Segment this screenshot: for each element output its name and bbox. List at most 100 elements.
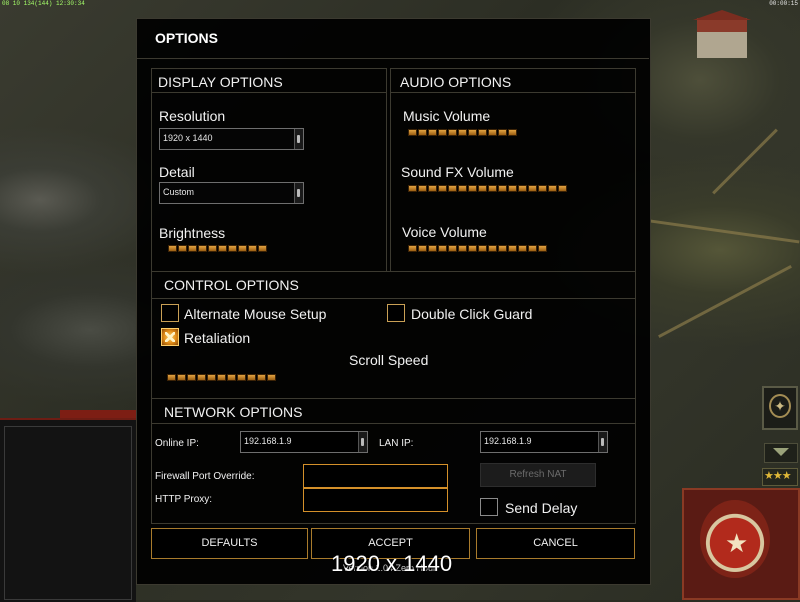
slider-segment bbox=[188, 245, 197, 252]
slider-segment bbox=[528, 185, 537, 192]
divider bbox=[151, 92, 387, 93]
slider-segment bbox=[488, 245, 497, 252]
hud-red-strip bbox=[60, 410, 136, 418]
refresh-nat-button[interactable]: Refresh NAT bbox=[480, 463, 596, 487]
slider-segment bbox=[167, 374, 176, 381]
slider-segment bbox=[218, 245, 227, 252]
slider-segment bbox=[247, 374, 256, 381]
slider-segment bbox=[187, 374, 196, 381]
slider-segment bbox=[408, 245, 417, 252]
slider-segment bbox=[448, 245, 457, 252]
scrollbar[interactable] bbox=[294, 183, 303, 203]
slider-segment bbox=[438, 245, 447, 252]
brightness-slider[interactable] bbox=[168, 245, 268, 252]
resolution-overlay-text: 1920 x 1440 bbox=[331, 551, 453, 576]
send-delay-label: Send Delay bbox=[505, 500, 578, 516]
music-volume-slider[interactable] bbox=[408, 129, 518, 136]
slider-segment bbox=[478, 245, 487, 252]
lan-ip-value: 192.168.1.9 bbox=[484, 436, 532, 446]
slider-segment bbox=[178, 245, 187, 252]
double-click-guard-checkbox[interactable] bbox=[387, 304, 405, 322]
retaliation-checkbox[interactable] bbox=[161, 328, 179, 346]
sound-fx-volume-slider[interactable] bbox=[408, 185, 568, 192]
slider-segment bbox=[207, 374, 216, 381]
slider-segment bbox=[508, 129, 517, 136]
music-volume-label: Music Volume bbox=[403, 108, 491, 124]
retaliation-label: Retaliation bbox=[184, 330, 251, 346]
detail-label: Detail bbox=[159, 164, 195, 180]
scroll-speed-slider[interactable] bbox=[167, 374, 277, 381]
http-proxy-label: HTTP Proxy: bbox=[155, 494, 213, 505]
online-ip-label: Online IP: bbox=[155, 438, 199, 449]
firewall-port-label: Firewall Port Override: bbox=[155, 471, 255, 482]
slider-segment bbox=[468, 245, 477, 252]
resolution-label: Resolution bbox=[159, 108, 226, 124]
scroll-speed-label: Scroll Speed bbox=[349, 352, 429, 368]
slider-segment bbox=[448, 185, 457, 192]
double-click-guard-label: Double Click Guard bbox=[411, 306, 533, 322]
voice-volume-label: Voice Volume bbox=[402, 224, 487, 240]
alternate-mouse-checkbox[interactable] bbox=[161, 304, 179, 322]
slider-segment bbox=[468, 185, 477, 192]
divider bbox=[151, 298, 636, 299]
lan-ip-label: LAN IP: bbox=[379, 438, 414, 449]
divider bbox=[151, 423, 636, 424]
hud-timer: 00:00:15 bbox=[769, 0, 798, 7]
scrollbar[interactable] bbox=[294, 129, 303, 149]
slider-segment bbox=[548, 185, 557, 192]
lan-ip-dropdown[interactable]: 192.168.1.9 bbox=[480, 431, 608, 453]
slider-segment bbox=[258, 245, 267, 252]
slider-segment bbox=[458, 245, 467, 252]
detail-value: Custom bbox=[163, 187, 195, 197]
slider-segment bbox=[428, 185, 437, 192]
slider-segment bbox=[197, 374, 206, 381]
detail-dropdown[interactable]: Custom bbox=[159, 182, 304, 204]
chevron-down-icon bbox=[773, 448, 789, 456]
slider-segment bbox=[488, 129, 497, 136]
hud-left-panel bbox=[0, 418, 136, 602]
slider-segment bbox=[267, 374, 276, 381]
map-building bbox=[693, 10, 751, 58]
slider-segment bbox=[508, 245, 517, 252]
hud-stats-readout: 08 10 134(144) 12:30:34 bbox=[2, 0, 85, 7]
slider-segment bbox=[538, 185, 547, 192]
audio-options-header: AUDIO OPTIONS bbox=[400, 74, 512, 90]
slider-segment bbox=[217, 374, 226, 381]
slider-segment bbox=[518, 185, 527, 192]
scrollbar[interactable] bbox=[598, 432, 607, 452]
slider-segment bbox=[528, 245, 537, 252]
star-icon: ★ bbox=[725, 528, 749, 558]
slider-segment bbox=[478, 185, 487, 192]
slider-segment bbox=[518, 245, 527, 252]
slider-segment bbox=[248, 245, 257, 252]
online-ip-dropdown[interactable]: 192.168.1.9 bbox=[240, 431, 368, 453]
slider-segment bbox=[198, 245, 207, 252]
voice-volume-slider[interactable] bbox=[408, 245, 548, 252]
slider-segment bbox=[488, 185, 497, 192]
scrollbar[interactable] bbox=[358, 432, 367, 452]
alternate-mouse-label: Alternate Mouse Setup bbox=[184, 306, 327, 322]
rank-stars-icon: ★★★ bbox=[764, 470, 792, 482]
slider-segment bbox=[237, 374, 246, 381]
send-delay-checkbox[interactable] bbox=[480, 498, 498, 516]
divider bbox=[136, 58, 649, 59]
slider-segment bbox=[508, 185, 517, 192]
slider-segment bbox=[257, 374, 266, 381]
defaults-button[interactable]: DEFAULTS bbox=[151, 528, 308, 559]
http-proxy-input[interactable] bbox=[303, 488, 448, 512]
slider-segment bbox=[408, 185, 417, 192]
slider-segment bbox=[478, 129, 487, 136]
resolution-dropdown[interactable]: 1920 x 1440 bbox=[159, 128, 304, 150]
firewall-port-input[interactable] bbox=[303, 464, 448, 488]
slider-segment bbox=[177, 374, 186, 381]
online-ip-value: 192.168.1.9 bbox=[244, 436, 292, 446]
slider-segment bbox=[458, 129, 467, 136]
slider-segment bbox=[498, 185, 507, 192]
cancel-button[interactable]: CANCEL bbox=[476, 528, 635, 559]
slider-segment bbox=[438, 129, 447, 136]
slider-segment bbox=[208, 245, 217, 252]
slider-segment bbox=[228, 245, 237, 252]
control-options-header: CONTROL OPTIONS bbox=[164, 277, 299, 293]
hud-top-bar: 08 10 134(144) 12:30:34 00:00:15 bbox=[0, 0, 800, 8]
sound-fx-volume-label: Sound FX Volume bbox=[401, 164, 514, 180]
